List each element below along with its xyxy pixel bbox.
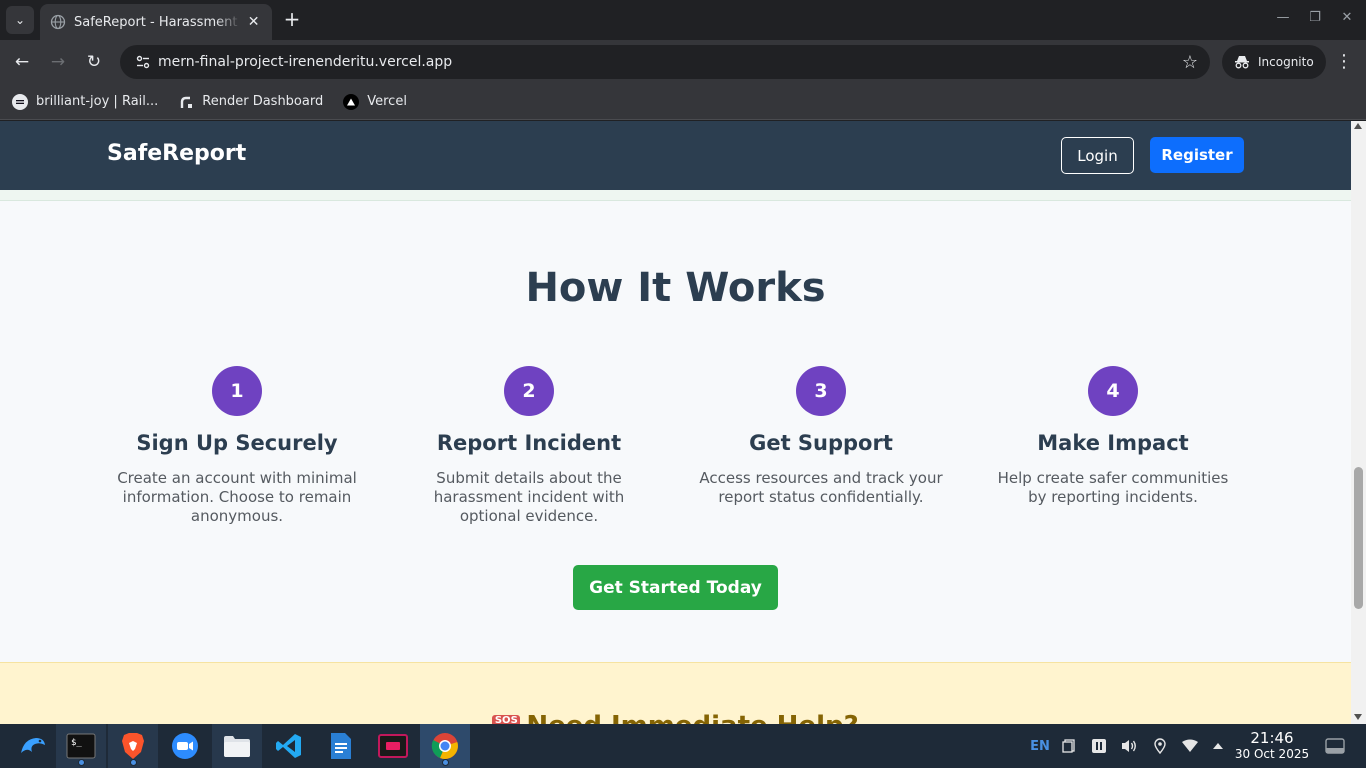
kali-dragon-icon	[21, 738, 45, 753]
terminal-icon: $_	[66, 733, 96, 759]
incognito-icon	[1234, 55, 1250, 69]
code-editor-icon	[276, 734, 301, 758]
running-indicator	[78, 759, 85, 766]
help-section: SOS Need Immediate Help?	[0, 662, 1351, 724]
login-button[interactable]: Login	[1061, 137, 1134, 174]
incognito-badge[interactable]: Incognito	[1222, 45, 1326, 79]
os-taskbar: $_ EN 21:46 30 Oct 2025	[0, 724, 1366, 768]
bookmark-label: Render Dashboard	[202, 94, 324, 109]
pause-icon[interactable]	[1088, 724, 1110, 768]
help-title: Need Immediate Help?	[526, 711, 858, 724]
taskbar-zoom[interactable]	[160, 724, 210, 768]
folder-icon	[224, 736, 250, 757]
location-pin-icon[interactable]	[1150, 724, 1170, 768]
register-button[interactable]: Register	[1150, 137, 1244, 173]
tab-title: SafeReport - Harassment Reporting	[74, 14, 241, 30]
step-card: 4 Make Impact Help create safer communit…	[983, 366, 1243, 507]
bookmark-star-icon[interactable]: ☆	[1182, 52, 1198, 73]
bookmark-label: brilliant-joy | Rail...	[36, 94, 159, 109]
browser-tab[interactable]: SafeReport - Harassment Reporting ✕	[40, 4, 272, 40]
step-number: 2	[504, 366, 554, 416]
chrome-icon	[431, 733, 458, 759]
wifi-icon[interactable]	[1178, 724, 1202, 768]
taskbar-brave[interactable]	[108, 724, 158, 768]
sos-icon: SOS	[492, 715, 521, 724]
taskbar-document[interactable]	[316, 724, 366, 768]
document-icon	[331, 733, 351, 759]
bookmark-render[interactable]: Render Dashboard	[176, 88, 325, 116]
reload-icon[interactable]: ↻	[82, 50, 106, 74]
brave-browser-icon	[122, 733, 144, 759]
page-scrollbar[interactable]	[1351, 121, 1366, 724]
railway-icon	[12, 93, 28, 110]
section-divider	[0, 190, 1351, 201]
restore-icon[interactable]: ❐	[1305, 10, 1325, 25]
globe-icon	[50, 14, 66, 30]
step-card: 2 Report Incident Submit details about t…	[399, 366, 659, 526]
address-bar[interactable]: mern-final-project-irenenderitu.vercel.a…	[120, 45, 1210, 79]
browser-toolbar: ← → ↻ mern-final-project-irenenderitu.ve…	[0, 40, 1366, 84]
running-indicator	[442, 759, 449, 766]
tab-close-icon[interactable]: ✕	[245, 14, 262, 30]
taskbar-terminal[interactable]: $_	[56, 724, 106, 768]
site-info-icon[interactable]	[134, 53, 152, 71]
bookmark-label: Vercel	[367, 94, 407, 109]
step-number: 3	[796, 366, 846, 416]
get-started-button[interactable]: Get Started Today	[573, 565, 778, 610]
step-number: 4	[1088, 366, 1138, 416]
volume-icon[interactable]	[1118, 724, 1140, 768]
minimize-icon[interactable]: —	[1273, 10, 1293, 25]
step-title: Sign Up Securely	[136, 431, 338, 455]
close-window-icon[interactable]: ✕	[1337, 10, 1357, 25]
step-title: Make Impact	[1037, 431, 1189, 455]
how-it-works-title: How It Works	[525, 265, 826, 311]
page-viewport: SafeReport Login Register How It Works 1…	[0, 121, 1351, 724]
keyboard-layout[interactable]: EN	[1028, 724, 1052, 768]
clock-time: 21:46	[1250, 729, 1294, 747]
taskbar-files[interactable]	[212, 724, 262, 768]
step-description: Create an account with minimal informati…	[117, 469, 357, 525]
more-menu-icon[interactable]: ⋮	[1334, 50, 1354, 74]
new-tab-button[interactable]: +	[280, 8, 304, 32]
url-text[interactable]: mern-final-project-irenenderitu.vercel.a…	[158, 54, 1182, 70]
scrollbar-thumb[interactable]	[1354, 467, 1363, 609]
step-title: Report Incident	[436, 431, 622, 455]
scroll-down-arrow-icon[interactable]	[1354, 714, 1362, 720]
step-description: Submit details about the harassment inci…	[433, 469, 625, 525]
bookmarks-bar: brilliant-joy | Rail... Render Dashboard…	[0, 84, 1366, 120]
step-number: 1	[212, 366, 262, 416]
browser-tab-bar: ⌄ SafeReport - Harassment Reporting ✕ + …	[0, 0, 1366, 40]
svg-text:$_: $_	[71, 738, 82, 748]
taskbar-vscode[interactable]	[264, 724, 314, 768]
start-menu-button[interactable]	[8, 724, 58, 768]
taskbar-media-app[interactable]	[368, 724, 418, 768]
render-icon	[178, 94, 194, 110]
tray-expand-icon[interactable]	[1208, 724, 1228, 768]
vercel-icon	[343, 93, 360, 110]
media-app-icon	[378, 734, 408, 758]
site-navbar: SafeReport Login Register	[0, 121, 1351, 190]
bookmark-vercel[interactable]: Vercel	[341, 88, 409, 116]
notifications-icon[interactable]	[1322, 724, 1348, 768]
taskbar-chrome[interactable]	[420, 724, 470, 768]
clock-date: 30 Oct 2025	[1234, 747, 1310, 761]
step-title: Get Support	[749, 431, 893, 455]
forward-arrow-icon[interactable]: →	[46, 50, 70, 74]
site-brand[interactable]: SafeReport	[107, 141, 246, 166]
step-card: 3 Get Support Access resources and track…	[691, 366, 951, 507]
video-call-icon	[172, 733, 198, 759]
bookmark-railway[interactable]: brilliant-joy | Rail...	[10, 88, 160, 116]
system-clock[interactable]: 21:46 30 Oct 2025	[1232, 730, 1312, 762]
running-indicator	[130, 759, 137, 766]
step-description: Help create safer communities by reporti…	[997, 469, 1229, 506]
step-description: Access resources and track your report s…	[699, 469, 943, 506]
clipboard-icon[interactable]	[1058, 724, 1080, 768]
help-heading: SOS Need Immediate Help?	[0, 711, 1351, 724]
scroll-up-arrow-icon[interactable]	[1354, 123, 1362, 129]
back-arrow-icon[interactable]: ←	[10, 50, 34, 74]
incognito-label: Incognito	[1258, 55, 1314, 69]
tab-search-button[interactable]: ⌄	[6, 6, 34, 34]
step-card: 1 Sign Up Securely Create an account wit…	[107, 366, 367, 526]
